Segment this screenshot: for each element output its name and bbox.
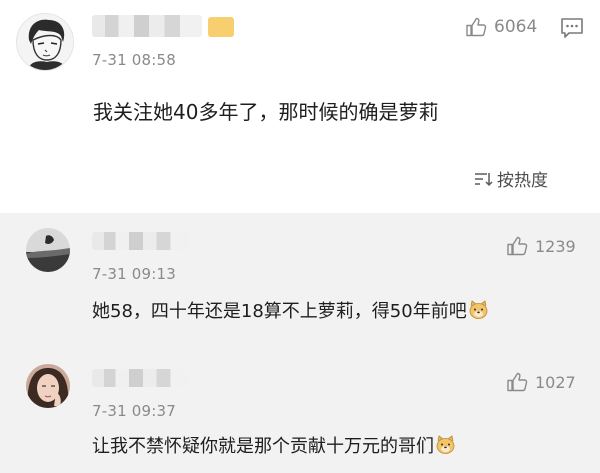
- like-count: 1027: [535, 372, 576, 392]
- user-avatar-illustration-icon: [17, 14, 73, 70]
- sort-by-hot-button[interactable]: 按热度: [474, 166, 548, 191]
- reply-time: 7-31 09:37: [92, 402, 177, 420]
- doge-emoji-icon: [436, 435, 455, 454]
- like-button[interactable]: 6064: [465, 16, 537, 38]
- like-count: 1239: [535, 236, 576, 256]
- like-button[interactable]: 1027: [506, 371, 576, 393]
- thumbs-up-icon: [507, 372, 528, 392]
- comment-icon[interactable]: [560, 17, 584, 39]
- like-count: 6064: [494, 17, 538, 37]
- user-level-badge: [208, 17, 234, 37]
- comment-text: 我关注她40多年了，那时候的确是萝莉: [93, 100, 439, 124]
- sort-label: 按热度: [497, 171, 548, 191]
- thumbs-up-icon: [507, 236, 528, 256]
- reply-text-content: 她58，四十年还是18算不上萝莉，得50年前吧: [92, 301, 467, 322]
- reply-text: 她58，四十年还是18算不上萝莉，得50年前吧: [92, 297, 489, 323]
- avatar[interactable]: [16, 13, 74, 71]
- avatar[interactable]: [26, 364, 70, 408]
- thumbs-up-icon: [466, 17, 487, 37]
- reply-time: 7-31 09:13: [92, 265, 177, 283]
- reply-text-content: 让我不禁怀疑你就是那个贡献十万元的哥们: [92, 436, 434, 457]
- user-avatar-photo-icon: [26, 228, 70, 272]
- reply-text: 让我不禁怀疑你就是那个贡献十万元的哥们: [92, 432, 456, 458]
- avatar[interactable]: [26, 228, 70, 272]
- username-blurred[interactable]: [92, 15, 202, 37]
- reply-list: 7-31 09:13 1239 她58，四十年还是18算不上萝莉，得50年前吧: [0, 213, 600, 473]
- username-blurred[interactable]: [92, 232, 190, 250]
- like-button[interactable]: 1239: [506, 235, 576, 257]
- main-comment: 7-31 08:58 6064 我关注她40多年了，那时候的确是萝莉 按热度: [0, 0, 600, 213]
- sort-icon: [475, 172, 493, 186]
- comment-time: 7-31 08:58: [92, 51, 177, 69]
- username-blurred[interactable]: [92, 369, 190, 387]
- user-avatar-photo-icon: [26, 364, 70, 408]
- doge-emoji-icon: [469, 300, 488, 319]
